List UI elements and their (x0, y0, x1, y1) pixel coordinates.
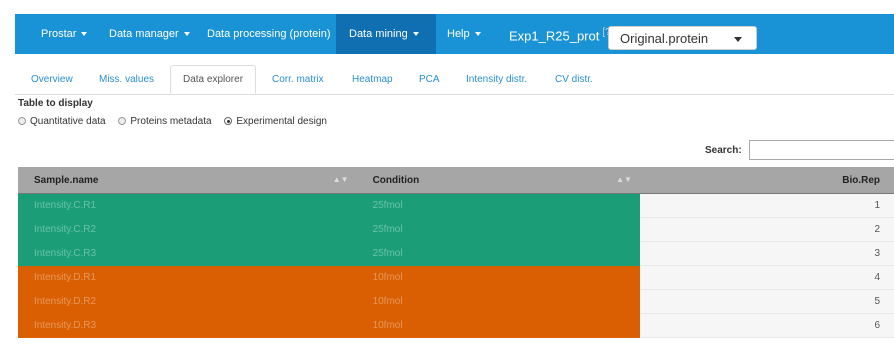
radio-label: Experimental design (236, 116, 327, 127)
condition-cell: 10fmol (356, 289, 640, 314)
column-header-label: Bio.Rep (842, 174, 880, 186)
table-row: Intensity.C.R2 25fmol 2 (18, 217, 894, 242)
table-row: Intensity.C.R3 25fmol 3 (18, 241, 894, 266)
condition-cell: 10fmol (356, 265, 640, 290)
nav-data-processing-label: Data processing (protein) (207, 28, 331, 40)
condition-cell: 10fmol (356, 313, 640, 338)
bio-rep-cell: 4 (639, 265, 894, 290)
condition-cell: 25fmol (356, 241, 640, 266)
tab-bar: Overview Miss. values Data explorer Corr… (15, 65, 894, 95)
caret-down-icon (474, 32, 481, 37)
column-header-label: Sample.name (34, 174, 99, 186)
sort-icon: ▲▼ (332, 175, 349, 184)
navbar: Prostar Data manager Data processing (pr… (15, 14, 894, 54)
sample-name-cell: Intensity.D.R1 (18, 265, 357, 290)
radio-quantitative-data[interactable]: Quantitative data (18, 116, 106, 127)
column-header-bio-rep[interactable]: Bio.Rep (639, 167, 894, 194)
tab-heatmap[interactable]: Heatmap (352, 65, 393, 94)
search-input[interactable] (749, 140, 894, 160)
sample-name-cell: Intensity.C.R3 (18, 241, 357, 266)
nav-data-manager-menu[interactable]: Data manager (109, 14, 190, 54)
sample-name-cell: Intensity.D.R3 (18, 313, 357, 338)
radio-checked-icon (224, 117, 233, 126)
table-display-title: Table to display (18, 98, 93, 109)
tab-data-explorer[interactable]: Data explorer (170, 65, 257, 94)
tab-cv-distr[interactable]: CV distr. (555, 65, 593, 94)
caret-down-icon (81, 32, 88, 37)
nav-help-label: Help (447, 28, 470, 40)
bio-rep-cell: 1 (639, 193, 894, 218)
dataset-name-label: Exp1_R25_prot (509, 28, 600, 44)
nav-help-menu[interactable]: Help (447, 14, 481, 54)
radio-label: Quantitative data (30, 116, 106, 127)
radio-unchecked-icon (118, 117, 127, 126)
tab-overview[interactable]: Overview (31, 65, 73, 94)
tab-miss-values[interactable]: Miss. values (99, 65, 154, 94)
bio-rep-cell: 6 (639, 313, 894, 338)
radio-experimental-design[interactable]: Experimental design (224, 116, 327, 127)
nav-data-mining-menu[interactable]: Data mining (336, 14, 436, 54)
radio-unchecked-icon (18, 117, 26, 126)
nav-data-mining-label: Data mining (349, 28, 408, 40)
radio-proteins-metadata[interactable]: Proteins metadata (118, 116, 212, 127)
sample-name-cell: Intensity.D.R2 (18, 289, 357, 314)
bio-rep-cell: 3 (639, 241, 894, 266)
column-header-label: Condition (372, 174, 420, 186)
caret-down-icon (183, 32, 190, 37)
caret-down-icon (412, 32, 419, 37)
dataset-name: Exp1_R25_prot[?] (509, 14, 613, 54)
column-header-condition[interactable]: Condition ▲▼ (356, 167, 640, 194)
table-row: Intensity.C.R1 25fmol 1 (18, 193, 894, 218)
condition-cell: 25fmol (356, 217, 640, 242)
bio-rep-cell: 5 (639, 289, 894, 314)
experimental-design-table: Sample.name ▲▼ Condition ▲▼ Bio.Rep Intens… (18, 167, 894, 338)
nav-data-processing-menu[interactable]: Data processing (protein) (207, 14, 342, 54)
tab-pca[interactable]: PCA (419, 65, 440, 94)
tab-intensity-distr[interactable]: Intensity distr. (466, 65, 527, 94)
dataset-version-select[interactable]: Original.protein (608, 26, 757, 50)
bio-rep-cell: 2 (639, 217, 894, 242)
table-row: Intensity.D.R2 10fmol 5 (18, 289, 894, 314)
sort-icon: ▲▼ (616, 175, 632, 184)
table-display-radio-group: Quantitative data Proteins metadata Expe… (18, 116, 337, 127)
nav-prostar-label: Prostar (41, 28, 77, 40)
sample-name-cell: Intensity.C.R2 (18, 217, 357, 242)
chevron-down-icon (734, 37, 742, 42)
nav-prostar-menu[interactable]: Prostar (41, 14, 88, 54)
table-row: Intensity.D.R1 10fmol 4 (18, 265, 894, 290)
dataset-version-value: Original.protein (620, 31, 709, 46)
search-label: Search: (705, 145, 742, 156)
nav-data-manager-label: Data manager (109, 28, 179, 40)
tab-corr-matrix[interactable]: Corr. matrix (272, 65, 324, 94)
table-row: Intensity.D.R3 10fmol 6 (18, 313, 894, 338)
radio-label: Proteins metadata (130, 116, 212, 127)
column-header-sample-name[interactable]: Sample.name ▲▼ (18, 167, 357, 194)
table-header-row: Sample.name ▲▼ Condition ▲▼ Bio.Rep (18, 167, 894, 194)
sample-name-cell: Intensity.C.R1 (18, 193, 357, 218)
condition-cell: 25fmol (356, 193, 640, 218)
